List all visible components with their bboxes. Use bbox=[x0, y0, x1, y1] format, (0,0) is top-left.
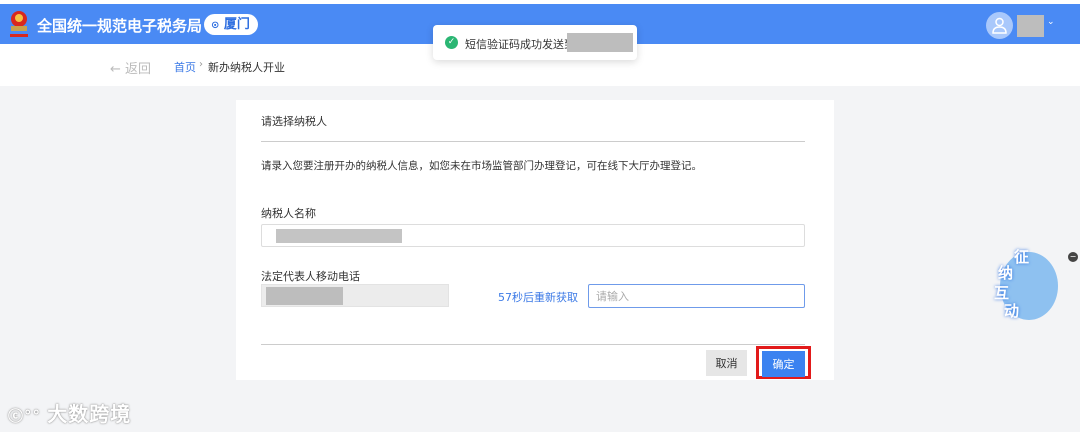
watermark: ⓒ°° 大数跨境 bbox=[8, 402, 132, 426]
taxpayer-name-label: 纳税人名称 bbox=[261, 207, 316, 220]
breadcrumb-home[interactable]: 首页 bbox=[174, 59, 196, 75]
confirm-button[interactable]: 确定 bbox=[762, 351, 805, 377]
phone-field bbox=[261, 284, 449, 307]
breadcrumb-current: 新办纳税人开业 bbox=[208, 61, 285, 74]
mascot-word: 征 bbox=[1014, 248, 1030, 266]
user-icon bbox=[992, 17, 1007, 34]
chevron-down-icon[interactable]: ⌄ bbox=[1047, 17, 1055, 27]
breadcrumb-separator: › bbox=[199, 59, 203, 70]
divider bbox=[261, 344, 805, 345]
avatar[interactable] bbox=[986, 12, 1013, 39]
divider bbox=[261, 141, 805, 142]
phone-redacted bbox=[567, 33, 633, 52]
highlight-box: 确定 bbox=[756, 346, 811, 379]
value-redacted bbox=[266, 287, 343, 305]
close-icon[interactable]: − bbox=[1068, 252, 1078, 262]
mascot-word: 纳 bbox=[998, 264, 1014, 282]
check-circle-icon: ✓ bbox=[445, 36, 458, 49]
city-selector[interactable]: ⊙ 厦门 bbox=[204, 14, 258, 35]
toast-message: 短信验证码成功发送到 bbox=[465, 38, 575, 51]
username-redacted[interactable] bbox=[1017, 15, 1044, 37]
description: 请录入您要注册开办的纳税人信息，如您未在市场监管部门办理登记，可在线下大厅办理登… bbox=[261, 160, 702, 172]
mascot-word: 动 bbox=[1004, 302, 1020, 320]
watermark-text: 大数跨境 bbox=[47, 402, 132, 426]
site-title[interactable]: 全国统一规范电子税务局 bbox=[37, 15, 202, 36]
taxpayer-name-input[interactable] bbox=[261, 224, 805, 247]
cancel-button[interactable]: 取消 bbox=[706, 350, 747, 376]
form-card: 请选择纳税人 请录入您要注册开办的纳税人信息，如您未在市场监管部门办理登记，可在… bbox=[236, 100, 834, 380]
back-button[interactable]: ← 返回 bbox=[110, 58, 151, 77]
tax-emblem-icon bbox=[10, 11, 28, 37]
mascot-widget[interactable]: 征 纳 互 动 bbox=[988, 248, 1068, 322]
card-title: 请选择纳税人 bbox=[261, 115, 327, 128]
verification-code-input[interactable] bbox=[588, 284, 805, 308]
resend-code-link[interactable]: 57秒后重新获取 bbox=[498, 289, 578, 305]
phone-label: 法定代表人移动电话 bbox=[261, 270, 360, 283]
toast: ✓ 短信验证码成功发送到 bbox=[433, 25, 637, 60]
value-redacted bbox=[276, 229, 402, 243]
city-label: 厦门 bbox=[223, 17, 250, 32]
location-icon: ⊙ bbox=[211, 20, 220, 31]
